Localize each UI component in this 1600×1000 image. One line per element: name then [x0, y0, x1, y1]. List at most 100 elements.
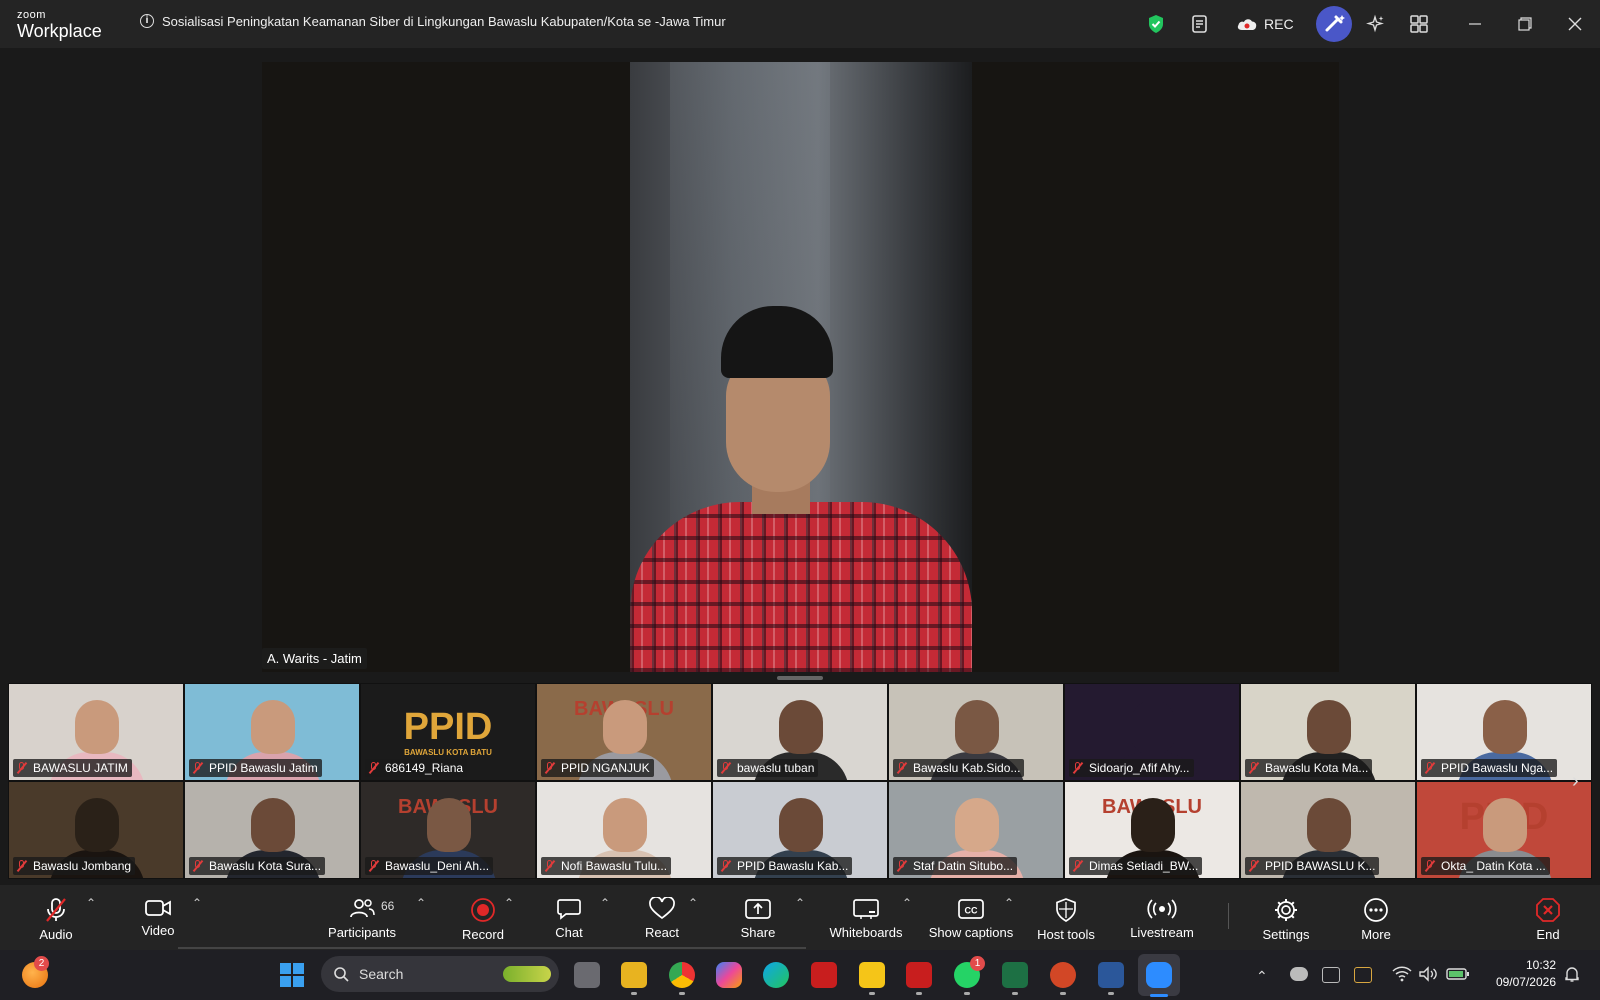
livestream-button[interactable]: Livestream	[1127, 885, 1197, 950]
taskbar-time: 10:32	[1525, 958, 1556, 972]
chat-button[interactable]: Chat	[553, 885, 585, 950]
meeting-info-icon[interactable]: i	[140, 14, 154, 28]
whiteboards-options-caret-icon[interactable]: ⌃	[902, 896, 912, 910]
file-explorer-icon[interactable]	[621, 962, 647, 988]
chat-options-caret-icon[interactable]: ⌃	[600, 896, 610, 910]
ai-companion-button[interactable]	[1316, 6, 1352, 42]
whiteboards-button[interactable]: Whiteboards	[826, 885, 906, 950]
host-tools-button[interactable]: Host tools	[1031, 885, 1101, 950]
participant-tile[interactable]: PPIDOkta_ Datin Kota ...	[1416, 781, 1592, 879]
show-hidden-icons-chevron-icon[interactable]: ⌃	[1256, 968, 1268, 985]
gear-icon	[1275, 899, 1297, 921]
sticky-notes-running-dot	[869, 992, 875, 995]
taskbar-search-box[interactable]: Search	[321, 956, 559, 992]
settings-button[interactable]: Settings	[1256, 885, 1316, 950]
active-speaker-video[interactable]	[630, 62, 972, 672]
mic-muted-icon	[896, 860, 908, 872]
audio-options-caret-icon[interactable]: ⌃	[86, 896, 96, 910]
chevron-right-icon[interactable]: ›	[1572, 770, 1579, 793]
participant-tile[interactable]: BAWASLUPPID NGANJUK	[536, 683, 712, 781]
battery-charging-icon[interactable]	[1446, 967, 1470, 981]
participant-head	[1483, 700, 1527, 754]
participant-name: Bawaslu Jombang	[33, 859, 132, 873]
task-view-icon[interactable]	[574, 962, 600, 988]
gallery-resize-handle[interactable]	[777, 676, 823, 680]
participant-tile[interactable]: Bawaslu Kab.Sido...	[888, 683, 1064, 781]
participant-tile[interactable]: BAWASLUBawaslu_Deni Ah...	[360, 781, 536, 879]
participant-tile[interactable]: Sidoarjo_Afif Ahy...	[1064, 683, 1240, 781]
more-label: More	[1361, 927, 1391, 942]
active-speaker-stage	[262, 62, 1339, 672]
participant-tile[interactable]: PPID BAWASLU KOTA BATU 686149_Riana	[360, 683, 536, 781]
cloud-sync-icon[interactable]	[1290, 967, 1308, 981]
participant-name: PPID Bawaslu Nga...	[1441, 761, 1554, 775]
participants-options-caret-icon[interactable]: ⌃	[416, 896, 426, 910]
logo-small-text: zoom	[17, 9, 46, 21]
cloud-record-button[interactable]: REC	[1236, 12, 1294, 36]
react-button[interactable]: React	[641, 885, 683, 950]
notification-badge: 2	[34, 956, 49, 971]
whiteboards-label: Whiteboards	[829, 925, 903, 940]
language-icon[interactable]	[1322, 967, 1340, 983]
chrome-running-dot	[679, 992, 685, 995]
shield-check-icon[interactable]	[1147, 12, 1165, 36]
mic-muted-icon	[1248, 762, 1260, 774]
show-captions-label: Show captions	[928, 925, 1014, 940]
close-icon[interactable]	[1568, 12, 1582, 36]
mcafee-icon[interactable]	[811, 962, 837, 988]
mcafee-2-icon[interactable]	[906, 962, 932, 988]
wifi-icon[interactable]	[1392, 966, 1412, 982]
windows-start-icon[interactable]	[280, 963, 304, 987]
word-icon[interactable]	[1098, 962, 1124, 988]
host-shield-icon	[1056, 898, 1076, 922]
record-button[interactable]: Record	[458, 885, 508, 950]
notification-bell-icon[interactable]	[1563, 965, 1581, 983]
excel-icon[interactable]	[1002, 962, 1028, 988]
participant-tile[interactable]: Staf Datin Situbo...	[888, 781, 1064, 879]
edge-icon[interactable]	[763, 962, 789, 988]
react-options-caret-icon[interactable]: ⌃	[688, 896, 698, 910]
sticky-notes-icon[interactable]	[859, 962, 885, 988]
video-options-caret-icon[interactable]: ⌃	[192, 896, 202, 910]
participant-tile[interactable]: bawaslu tuban	[712, 683, 888, 781]
participant-tile[interactable]: BAWASLUDimas Setiadi_BW...	[1064, 781, 1240, 879]
volume-icon[interactable]	[1418, 966, 1438, 982]
restore-icon[interactable]	[1518, 12, 1532, 36]
participant-name-label: BAWASLU JATIM	[13, 759, 132, 777]
participant-name-label: 686149_Riana	[365, 759, 468, 777]
end-meeting-button[interactable]: End	[1528, 885, 1568, 950]
participants-button[interactable]: Participants	[326, 885, 398, 950]
zoom-icon[interactable]	[1146, 962, 1172, 988]
chrome-icon[interactable]	[669, 962, 695, 988]
update-icon[interactable]	[1354, 967, 1372, 983]
end-label: End	[1536, 927, 1560, 942]
notes-icon[interactable]	[1190, 12, 1210, 36]
more-button[interactable]: More	[1356, 885, 1396, 950]
share-options-caret-icon[interactable]: ⌃	[795, 896, 805, 910]
copilot-icon[interactable]	[716, 962, 742, 988]
participant-tile[interactable]: Bawaslu Jombang	[8, 781, 184, 879]
participant-name: PPID Bawaslu Kab...	[737, 859, 849, 873]
participant-tile[interactable]: Bawaslu Kota Sura...	[184, 781, 360, 879]
participant-tile[interactable]: PPID Bawaslu Jatim	[184, 683, 360, 781]
participant-head	[1307, 700, 1351, 754]
mic-muted-icon	[544, 762, 556, 774]
video-button[interactable]: Video	[138, 885, 178, 950]
captions-options-caret-icon[interactable]: ⌃	[1004, 896, 1014, 910]
participant-tile[interactable]: PPID Bawaslu Nga...	[1416, 683, 1592, 781]
apps-icon[interactable]	[1410, 12, 1428, 36]
audio-button[interactable]: Audio	[36, 885, 76, 950]
taskbar-clock[interactable]: 10:32 09/07/2026	[1470, 957, 1556, 991]
rec-label: REC	[1264, 16, 1294, 32]
participant-tile[interactable]: Nofi Bawaslu Tulu...	[536, 781, 712, 879]
participant-tile[interactable]: PPID BAWASLU K...	[1240, 781, 1416, 879]
show-captions-button[interactable]: CC Show captions	[926, 885, 1016, 950]
participant-tile[interactable]: BAWASLU JATIM	[8, 683, 184, 781]
sparkle-icon[interactable]	[1366, 12, 1386, 36]
minimize-icon[interactable]	[1468, 12, 1482, 36]
share-button[interactable]: Share	[737, 885, 779, 950]
participant-tile[interactable]: Bawaslu Kota Ma...	[1240, 683, 1416, 781]
participant-tile[interactable]: PPID Bawaslu Kab...	[712, 781, 888, 879]
record-options-caret-icon[interactable]: ⌃	[504, 896, 514, 910]
powerpoint-icon[interactable]	[1050, 962, 1076, 988]
